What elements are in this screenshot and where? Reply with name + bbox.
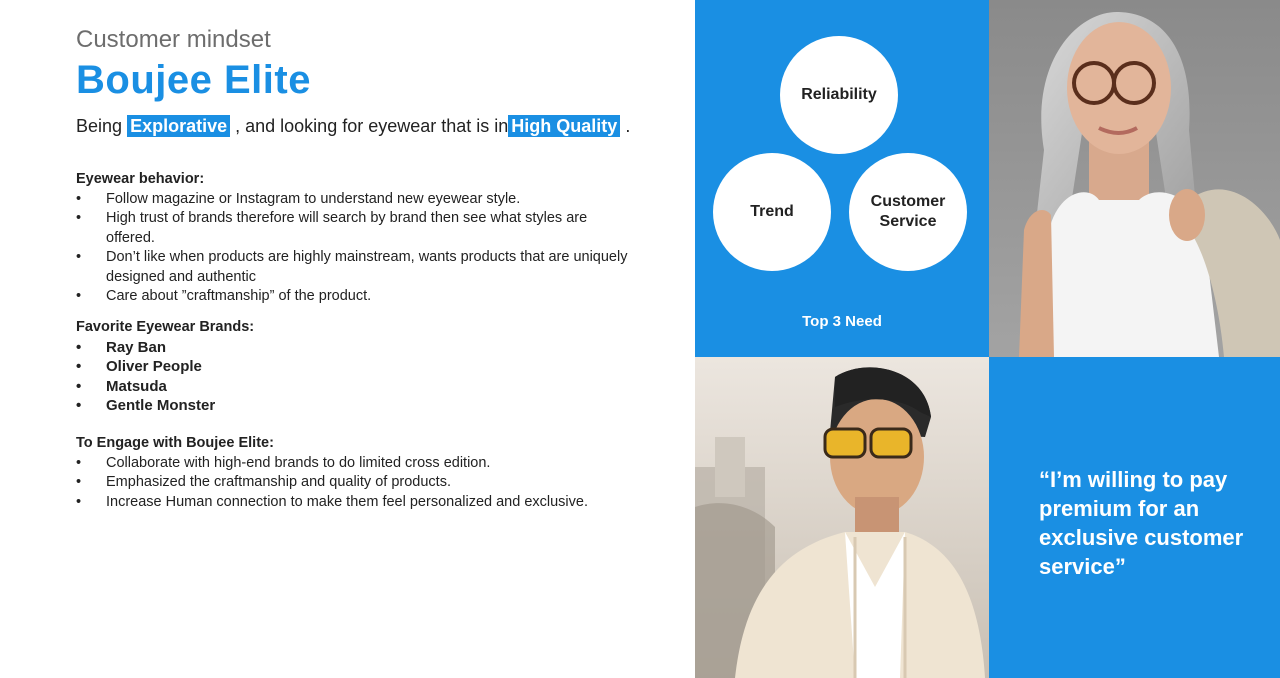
list-item: Increase Human connection to make them f… bbox=[76, 493, 616, 513]
engage-heading: To Engage with Boujee Elite: bbox=[76, 435, 274, 451]
list-item: Care about ”craftmanship” of the product… bbox=[76, 287, 676, 307]
need-circle-customer-service: Customer Service bbox=[849, 153, 967, 271]
need-label: Reliability bbox=[801, 86, 877, 103]
eyewear-behavior-section: Eyewear behavior: Follow magazine or Ins… bbox=[76, 170, 676, 307]
list-item: Oliver People bbox=[76, 357, 676, 377]
need-label-line2: Service bbox=[879, 213, 937, 230]
persona-tagline: Being Explorative , and looking for eyew… bbox=[76, 115, 631, 137]
tagline-pre: Being bbox=[76, 116, 123, 136]
need-circle-trend: Trend bbox=[713, 153, 831, 271]
list-item: Follow magazine or Instagram to understa… bbox=[76, 190, 676, 210]
persona-subtitle: Customer mindset bbox=[76, 26, 271, 53]
engage-list: Collaborate with high-end brands to do l… bbox=[76, 454, 676, 513]
tagline-end: . bbox=[625, 116, 631, 136]
tagline-mid: , and looking for eyewear that is in bbox=[235, 116, 509, 136]
favorite-brands-section: Favorite Eyewear Brands: Ray Ban Oliver … bbox=[76, 318, 676, 416]
list-item: Gentle Monster bbox=[76, 396, 676, 416]
list-item: Emphasized the craftmanship and quality … bbox=[76, 473, 676, 493]
tagline-highlight-quality: High Quality bbox=[508, 115, 621, 137]
need-circle-reliability: Reliability bbox=[780, 36, 898, 154]
need-label-line1: Customer bbox=[870, 193, 946, 210]
list-item: Matsuda bbox=[76, 377, 676, 397]
engage-section: To Engage with Boujee Elite: Collaborate… bbox=[76, 434, 676, 512]
favorite-brands-heading: Favorite Eyewear Brands: bbox=[76, 319, 255, 335]
list-item: Ray Ban bbox=[76, 338, 676, 358]
top-needs-panel: Reliability Trend Customer Service Top 3 … bbox=[695, 0, 989, 357]
persona-photo-man bbox=[695, 357, 989, 678]
persona-photo-woman bbox=[989, 0, 1280, 357]
list-item: High trust of brands therefore will sear… bbox=[76, 209, 616, 248]
persona-title: Boujee Elite bbox=[76, 58, 311, 102]
man-photo-illustration bbox=[695, 357, 989, 678]
list-item: Collaborate with high-end brands to do l… bbox=[76, 454, 676, 474]
eyewear-behavior-list: Follow magazine or Instagram to understa… bbox=[76, 190, 676, 307]
customer-quote: “I’m willing to pay premium for an exclu… bbox=[1039, 467, 1244, 579]
persona-text-column: Customer mindset Boujee Elite Being Expl… bbox=[0, 0, 695, 678]
top-needs-label: Top 3 Need bbox=[802, 313, 882, 330]
list-item: Don’t like when products are highly main… bbox=[76, 248, 646, 287]
need-label: Trend bbox=[750, 203, 794, 220]
quote-panel: “I’m willing to pay premium for an exclu… bbox=[989, 357, 1280, 678]
woman-photo-illustration bbox=[989, 0, 1280, 357]
tagline-highlight-explorative: Explorative bbox=[127, 115, 231, 137]
favorite-brands-list: Ray Ban Oliver People Matsuda Gentle Mon… bbox=[76, 338, 676, 416]
eyewear-behavior-heading: Eyewear behavior: bbox=[76, 171, 205, 187]
